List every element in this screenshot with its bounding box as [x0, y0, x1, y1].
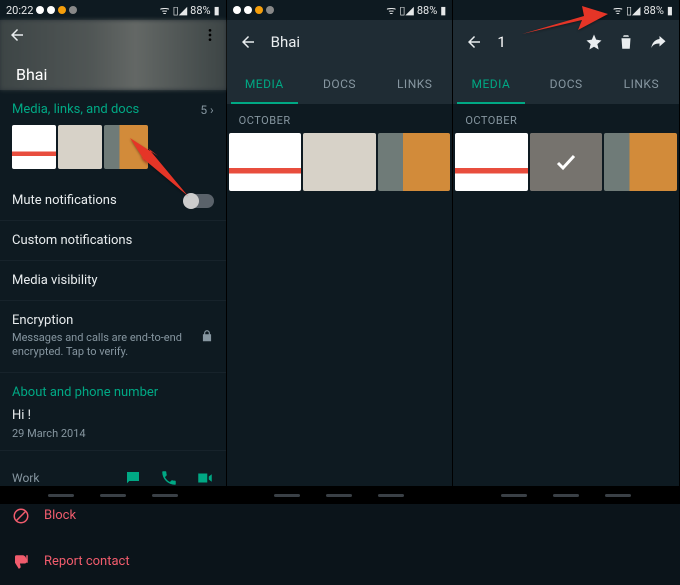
forward-icon[interactable] [649, 33, 667, 51]
status-icon [58, 6, 66, 14]
nav-bar [453, 486, 679, 504]
battery-icon: ▮ [214, 4, 220, 17]
encryption-sub: Messages and calls are end-to-end encryp… [12, 331, 192, 360]
tab-media[interactable]: MEDIA [227, 64, 302, 104]
wifi-icon: ᯤ [613, 3, 623, 18]
media-thumb-selected[interactable] [530, 133, 603, 191]
block-label: Block [44, 508, 76, 523]
media-grid [227, 133, 453, 191]
battery-percent: 88% [190, 4, 210, 17]
media-selection-screen: ᯤ ▯◢ 88% ▮ 1 MEDIA DOCS LINKS OCTOBER [453, 0, 680, 504]
battery-icon: ▮ [667, 4, 673, 17]
contact-header: Bhai [0, 20, 226, 90]
tab-docs[interactable]: DOCS [302, 64, 377, 104]
media-thumbnails[interactable] [0, 125, 226, 181]
signal-icon: ▯◢ [399, 4, 414, 17]
custom-notifications-row[interactable]: Custom notifications [0, 221, 226, 261]
media-thumb[interactable] [455, 133, 528, 191]
tab-media[interactable]: MEDIA [453, 64, 528, 104]
about-header: About and phone number [0, 373, 226, 404]
media-header-label: Media, links, and docs [12, 102, 139, 117]
back-icon[interactable] [465, 33, 483, 51]
media-thumb[interactable] [12, 125, 56, 169]
selection-header: 1 [453, 20, 679, 64]
status-icon [36, 6, 44, 14]
media-visibility-row[interactable]: Media visibility [0, 261, 226, 301]
gallery-header: Bhai [227, 20, 453, 64]
status-icon [244, 6, 252, 14]
about-text: Hi ! [12, 408, 214, 423]
media-thumb[interactable] [604, 133, 677, 191]
media-count: 5 › [200, 103, 213, 117]
status-icon [266, 6, 274, 14]
selection-check-icon [530, 133, 603, 191]
tab-docs[interactable]: DOCS [529, 64, 604, 104]
encryption-label: Encryption [12, 313, 192, 328]
status-icon [233, 6, 241, 14]
status-icon [47, 6, 55, 14]
contact-info-screen: 20:22 ᯤ ▯◢ 88% ▮ Bhai Media, links, and … [0, 0, 227, 504]
month-header: OCTOBER [453, 104, 679, 133]
star-icon[interactable] [585, 33, 603, 51]
media-links-docs-header[interactable]: Media, links, and docs 5 › [0, 90, 226, 125]
month-header: OCTOBER [227, 104, 453, 133]
nav-bar [0, 486, 226, 504]
battery-percent: 88% [417, 4, 437, 17]
thumb-down-icon [12, 553, 30, 571]
back-icon[interactable] [8, 26, 26, 44]
tab-links[interactable]: LINKS [377, 64, 452, 104]
media-thumb[interactable] [58, 125, 102, 169]
media-thumb[interactable] [104, 125, 148, 169]
mute-toggle[interactable] [184, 194, 214, 208]
report-row[interactable]: Report contact [0, 539, 226, 585]
status-icon [255, 6, 263, 14]
media-thumb[interactable] [378, 133, 451, 191]
mute-notifications-row[interactable]: Mute notifications [0, 181, 226, 221]
phone-type-label: Work [12, 471, 39, 485]
gallery-tabs: MEDIA DOCS LINKS [227, 64, 453, 104]
back-icon[interactable] [239, 33, 257, 51]
selection-count: 1 [497, 33, 505, 51]
contact-name: Bhai [16, 65, 47, 84]
media-gallery-screen: ᯤ ▯◢ 88% ▮ Bhai MEDIA DOCS LINKS OCTOBER [227, 0, 454, 504]
media-thumb[interactable] [229, 133, 302, 191]
encryption-row[interactable]: Encryption Messages and calls are end-to… [0, 301, 226, 373]
media-thumb[interactable] [303, 133, 376, 191]
status-bar: 20:22 ᯤ ▯◢ 88% ▮ [0, 0, 226, 20]
lock-icon [200, 329, 214, 343]
more-options-icon[interactable] [202, 27, 218, 43]
wifi-icon: ᯤ [160, 3, 170, 18]
tab-links[interactable]: LINKS [604, 64, 679, 104]
delete-icon[interactable] [617, 33, 635, 51]
about-body: Hi ! 29 March 2014 [0, 404, 226, 450]
status-bar: ᯤ ▯◢ 88% ▮ [227, 0, 453, 20]
nav-bar [227, 486, 453, 504]
about-date: 29 March 2014 [12, 427, 214, 440]
gallery-title: Bhai [271, 33, 441, 51]
gallery-tabs: MEDIA DOCS LINKS [453, 64, 679, 104]
visibility-label: Media visibility [12, 273, 98, 288]
mute-label: Mute notifications [12, 193, 117, 208]
status-icon [69, 6, 77, 14]
status-bar: ᯤ ▯◢ 88% ▮ [453, 0, 679, 20]
battery-icon: ▮ [440, 4, 446, 17]
call-icon[interactable] [160, 469, 178, 487]
signal-icon: ▯◢ [626, 4, 641, 17]
battery-percent: 88% [643, 4, 663, 17]
block-icon [12, 507, 30, 525]
video-call-icon[interactable] [196, 469, 214, 487]
media-grid [453, 133, 679, 191]
signal-icon: ▯◢ [173, 4, 188, 17]
custom-label: Custom notifications [12, 233, 132, 248]
wifi-icon: ᯤ [386, 3, 396, 18]
status-time: 20:22 [6, 4, 33, 17]
report-label: Report contact [44, 554, 130, 569]
message-icon[interactable] [124, 469, 142, 487]
